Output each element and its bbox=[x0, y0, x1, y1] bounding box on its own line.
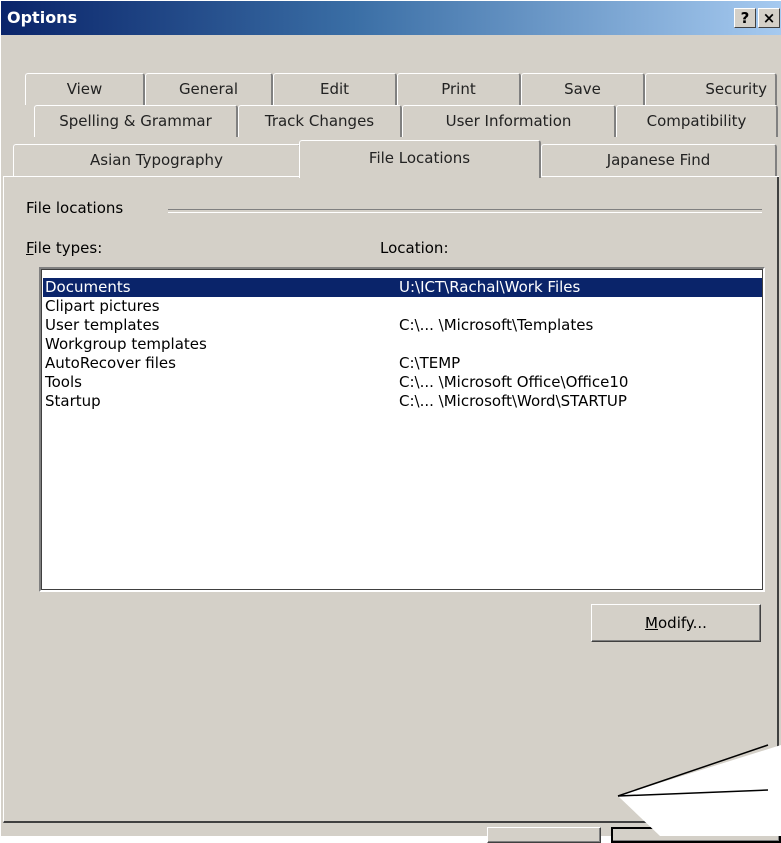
callout-pointer bbox=[617, 744, 781, 836]
tab-file-locations[interactable]: File Locations bbox=[299, 140, 541, 178]
